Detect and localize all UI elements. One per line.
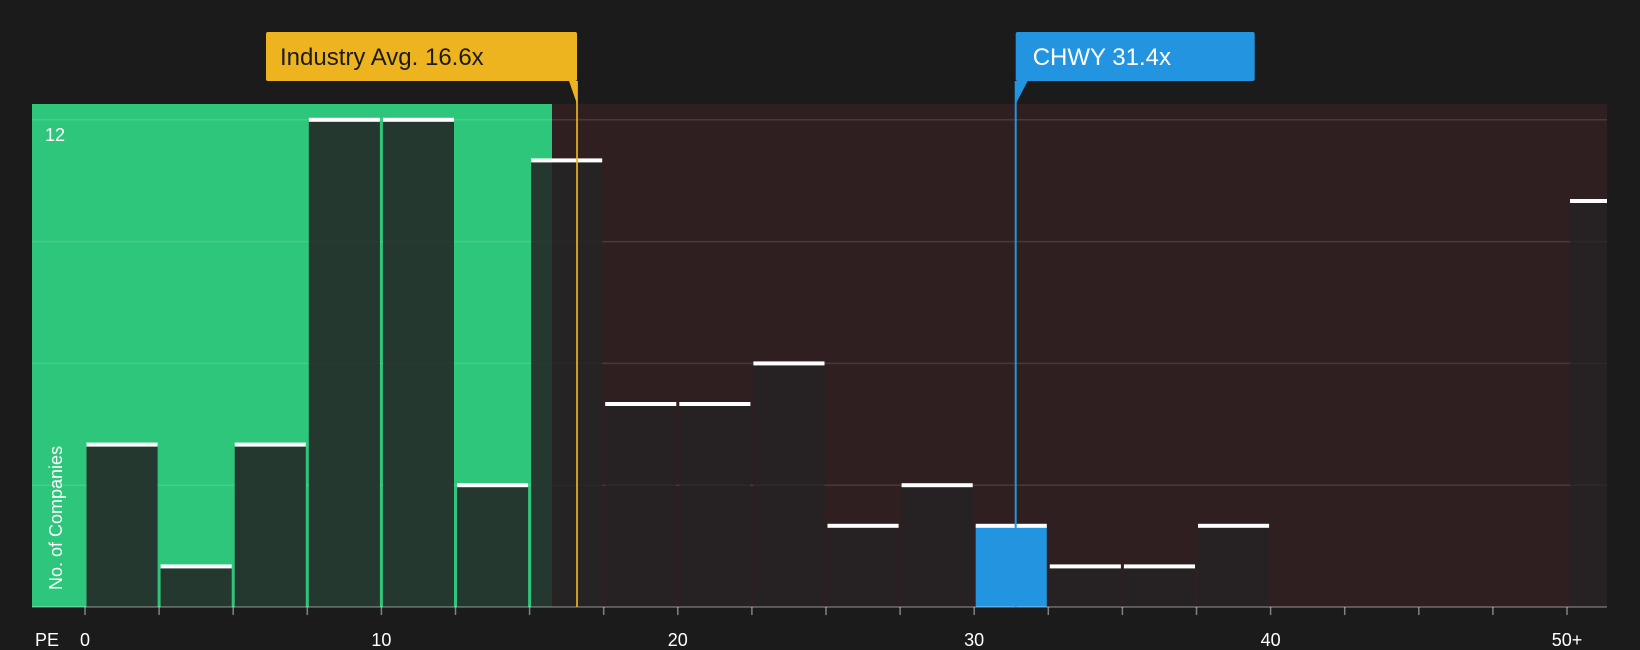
x-tick-label: 40: [1261, 630, 1281, 650]
bar-cap: [382, 117, 454, 122]
histogram-bar: [827, 525, 899, 607]
histogram-bar: [679, 404, 751, 607]
company-pe-label: CHWY 31.4x: [1033, 44, 1171, 71]
histogram-bar: [234, 444, 306, 607]
bar-cap: [827, 523, 899, 528]
histogram-bar: [457, 485, 529, 607]
x-axis-label: PE: [35, 630, 59, 650]
histogram-bar: [1123, 566, 1195, 607]
bar-cap: [234, 442, 306, 447]
histogram-bar: [1570, 201, 1607, 607]
bar-cap: [901, 483, 973, 488]
histogram-bar: [605, 404, 677, 607]
industry-avg-label: Industry Avg. 16.6x: [280, 44, 484, 71]
y-axis-label: No. of Companies: [46, 446, 66, 590]
x-tick-label: 10: [371, 630, 391, 650]
histogram-bar: [1049, 566, 1121, 607]
bar-cap: [531, 158, 603, 163]
histogram-bar: [382, 119, 454, 608]
x-tick-label: 20: [668, 630, 688, 650]
histogram-bar: [86, 444, 158, 607]
x-tick-label: 30: [964, 630, 984, 650]
bar-cap: [160, 564, 232, 569]
y-tick-label: 12: [45, 125, 65, 145]
pe-distribution-chart: 0 10 20 30 40 50+ Industry Avg. 16.6x CHWY 31.…: [0, 0, 1640, 650]
bar-cap: [308, 117, 380, 122]
histogram-bar: [531, 160, 603, 607]
bar-cap: [1198, 523, 1270, 528]
histogram-bar: [308, 119, 380, 608]
histogram-bar: [975, 525, 1047, 607]
x-tick-label: 0: [80, 630, 90, 650]
histogram-bar: [901, 485, 973, 607]
histogram-bar: [753, 363, 825, 607]
x-tick-label: 50+: [1552, 630, 1583, 650]
bar-cap: [457, 483, 529, 488]
bar-cap: [1570, 199, 1607, 203]
bar-cap: [86, 442, 158, 447]
bar-cap: [679, 402, 751, 406]
bar-cap: [605, 402, 677, 406]
bar-cap: [1049, 564, 1121, 569]
bar-cap: [753, 361, 825, 366]
histogram-bar: [1198, 525, 1270, 607]
bar-cap: [1123, 564, 1195, 569]
bar-cap: [975, 523, 1047, 528]
histogram-bar: [160, 566, 232, 607]
